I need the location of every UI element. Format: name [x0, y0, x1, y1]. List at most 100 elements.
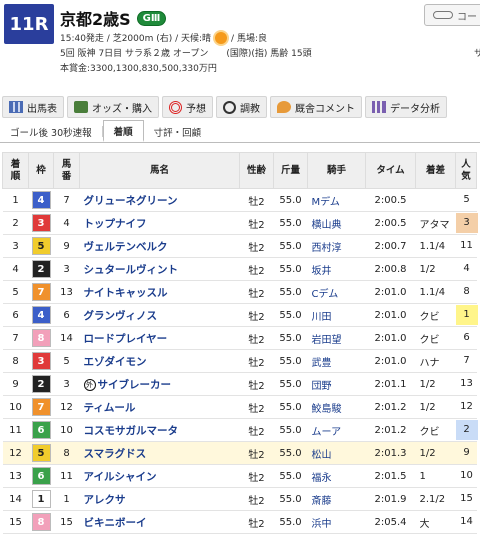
frame-cell: 6 [28, 418, 54, 442]
race-number-badge: 11R [4, 4, 54, 44]
tab-stable-comments[interactable]: 厩舎コメント [270, 96, 362, 118]
table-row[interactable]: 9 2 3 外サイブレーカー 牡2 55.0 団野 2:01.1 1/2 13 [2, 372, 477, 396]
tab-entries[interactable]: 出馬表 [2, 96, 64, 118]
carried-weight: 55.0 [273, 372, 308, 396]
jockey-link[interactable]: Cデム [307, 280, 366, 304]
jockey-link[interactable]: Mデム [307, 188, 366, 212]
carried-weight: 55.0 [273, 234, 308, 258]
table-row[interactable]: 10 7 12 ティムール 牡2 55.0 鮫島駿 2:01.2 1/2 12 [2, 395, 477, 419]
sex-age: 牡2 [239, 372, 274, 396]
jockey-link[interactable]: 福永 [307, 464, 366, 488]
finish-time: 2:05.4 [365, 510, 416, 534]
horse-name-cell[interactable]: 外サイブレーカー [79, 372, 240, 396]
table-row[interactable]: 3 5 9 ヴェルテンベルク 牡2 55.0 西村淳 2:00.7 1.1/4 11 [2, 234, 477, 258]
sex-age: 牡2 [239, 211, 274, 235]
horse-name-link[interactable]: スマラグドス [84, 448, 147, 460]
frame-badge: 7 [31, 283, 51, 301]
popularity: 14 [460, 516, 473, 527]
popularity: 9 [463, 447, 470, 458]
horse-name-link[interactable]: アレクサ [84, 494, 126, 506]
horse-name-cell[interactable]: スマラグドス [79, 441, 240, 465]
jockey-link[interactable]: 斎藤 [307, 487, 366, 511]
tab-odds[interactable]: オッズ・購入 [67, 96, 159, 118]
horse-name-cell[interactable]: ナイトキャッスル [79, 280, 240, 304]
jockey-link[interactable]: 横山典 [307, 211, 366, 235]
finish-rank: 9 [2, 372, 29, 396]
popularity-cell: 15 [455, 487, 477, 511]
carried-weight: 55.0 [273, 303, 308, 327]
horse-name-link[interactable]: グランヴィノス [84, 310, 158, 322]
horse-name-link[interactable]: ナイトキャッスル [84, 287, 168, 299]
popularity-cell: 11 [455, 234, 477, 258]
table-row[interactable]: 13 6 11 アイルシャイン 牡2 55.0 福永 2:01.5 1 10 [2, 464, 477, 488]
table-row[interactable]: 11 6 10 コスモサガルマータ 牡2 55.0 ムーア 2:01.2 クビ 2 [2, 418, 478, 442]
finish-margin [415, 188, 456, 212]
horse-name-cell[interactable]: ヴェルテンベルク [79, 234, 240, 258]
frame-cell: 1 [28, 487, 54, 511]
tab-data-analysis[interactable]: データ分析 [365, 96, 447, 118]
race-info-line1: 15:40発走 / 芝2000m (右) / 天候:晴 / 馬場:良 [60, 31, 267, 44]
subtab-finish-order[interactable]: 着順 [102, 120, 144, 142]
jockey-link[interactable]: 浜中 [307, 510, 366, 534]
jockey-link[interactable]: 武豊 [307, 349, 366, 373]
frame-cell: 3 [28, 211, 54, 235]
horse-name-cell[interactable]: トップナイフ [79, 211, 240, 235]
finish-margin: 1 [415, 464, 456, 488]
horse-name-link[interactable]: エゾダイモン [84, 356, 147, 368]
tab-prediction[interactable]: 予想 [162, 96, 213, 118]
col-sex-age-header: 性齢 [239, 152, 274, 189]
table-row[interactable]: 7 8 14 ロードプレイヤー 牡2 55.0 岩田望 2:01.0 クビ 6 [2, 326, 477, 350]
horse-name-link[interactable]: ヴェルテンベルク [84, 241, 168, 253]
horse-name-link[interactable]: アイルシャイン [84, 471, 157, 483]
horse-name-cell[interactable]: ティムール [79, 395, 240, 419]
tab-training[interactable]: 調教 [216, 96, 267, 118]
horse-number: 7 [53, 188, 80, 212]
jockey-link[interactable]: 松山 [307, 441, 366, 465]
table-row[interactable]: 14 1 1 アレクサ 牡2 55.0 斎藤 2:01.9 2.1/2 15 [2, 487, 477, 511]
horse-name-link[interactable]: シュタールヴィント [84, 264, 179, 276]
frame-cell: 7 [28, 280, 54, 304]
horse-name-link[interactable]: ティムール [84, 402, 136, 414]
horse-number: 13 [53, 280, 80, 304]
popularity-cell: 14 [455, 510, 477, 534]
horse-name-cell[interactable]: グリューネグリーン [79, 188, 240, 212]
horse-name-link[interactable]: コスモサガルマータ [84, 425, 179, 437]
table-row[interactable]: 5 7 13 ナイトキャッスル 牡2 55.0 Cデム 2:01.0 1.1/4 8 [2, 280, 477, 304]
table-row[interactable]: 4 2 3 シュタールヴィント 牡2 55.0 坂井 2:00.8 1/2 4 [2, 257, 477, 281]
horse-name-link[interactable]: ロードプレイヤー [84, 333, 168, 345]
table-row[interactable]: 6 4 6 グランヴィノス 牡2 55.0 川田 2:01.0 クビ 1 [2, 303, 478, 327]
horse-name-link[interactable]: グリューネグリーン [84, 195, 178, 207]
horse-name-cell[interactable]: コスモサガルマータ [79, 418, 240, 442]
horse-name-link[interactable]: ビキニボーイ [84, 517, 147, 529]
horse-name-link[interactable]: サイブレーカー [98, 379, 172, 391]
horse-name-cell[interactable]: シュタールヴィント [79, 257, 240, 281]
jockey-link[interactable]: 岩田望 [307, 326, 366, 350]
course-button[interactable]: コー [424, 4, 480, 26]
jockey-link[interactable]: 坂井 [307, 257, 366, 281]
popularity-cell: 1 [455, 303, 478, 327]
table-row[interactable]: 8 3 5 エゾダイモン 牡2 55.0 武豊 2:01.0 ハナ 7 [2, 349, 477, 373]
horse-name-cell[interactable]: アレクサ [79, 487, 240, 511]
jockey-link[interactable]: 西村淳 [307, 234, 366, 258]
horse-name-cell[interactable]: アイルシャイン [79, 464, 240, 488]
subtab-review[interactable]: 寸評・回顧 [144, 121, 212, 142]
table-row[interactable]: 1 4 7 グリューネグリーン 牡2 55.0 Mデム 2:00.5 5 [2, 188, 477, 212]
table-row[interactable]: 12 5 8 スマラグドス 牡2 55.0 松山 2:01.3 1/2 9 [2, 441, 477, 465]
horse-name-cell[interactable]: グランヴィノス [79, 303, 240, 327]
jockey-link[interactable]: 川田 [307, 303, 366, 327]
horse-name-cell[interactable]: エゾダイモン [79, 349, 240, 373]
horse-name-cell[interactable]: ビキニボーイ [79, 510, 240, 534]
jockey-link[interactable]: 鮫島駿 [307, 395, 366, 419]
jockey-link[interactable]: ムーア [307, 418, 366, 442]
target-icon [169, 100, 182, 114]
horse-number: 3 [53, 257, 80, 281]
horse-name-cell[interactable]: ロードプレイヤー [79, 326, 240, 350]
frame-badge: 6 [31, 467, 51, 485]
table-row[interactable]: 15 8 15 ビキニボーイ 牡2 55.0 浜中 2:05.4 大 14 [2, 510, 477, 534]
frame-badge: 5 [31, 444, 51, 462]
table-row[interactable]: 2 3 4 トップナイフ 牡2 55.0 横山典 2:00.5 アタマ 3 [2, 211, 478, 235]
sex-age: 牡2 [239, 280, 274, 304]
subtab-quick-report[interactable]: ゴール後 30秒速報 [0, 121, 102, 142]
jockey-link[interactable]: 団野 [307, 372, 366, 396]
horse-name-link[interactable]: トップナイフ [84, 218, 147, 230]
